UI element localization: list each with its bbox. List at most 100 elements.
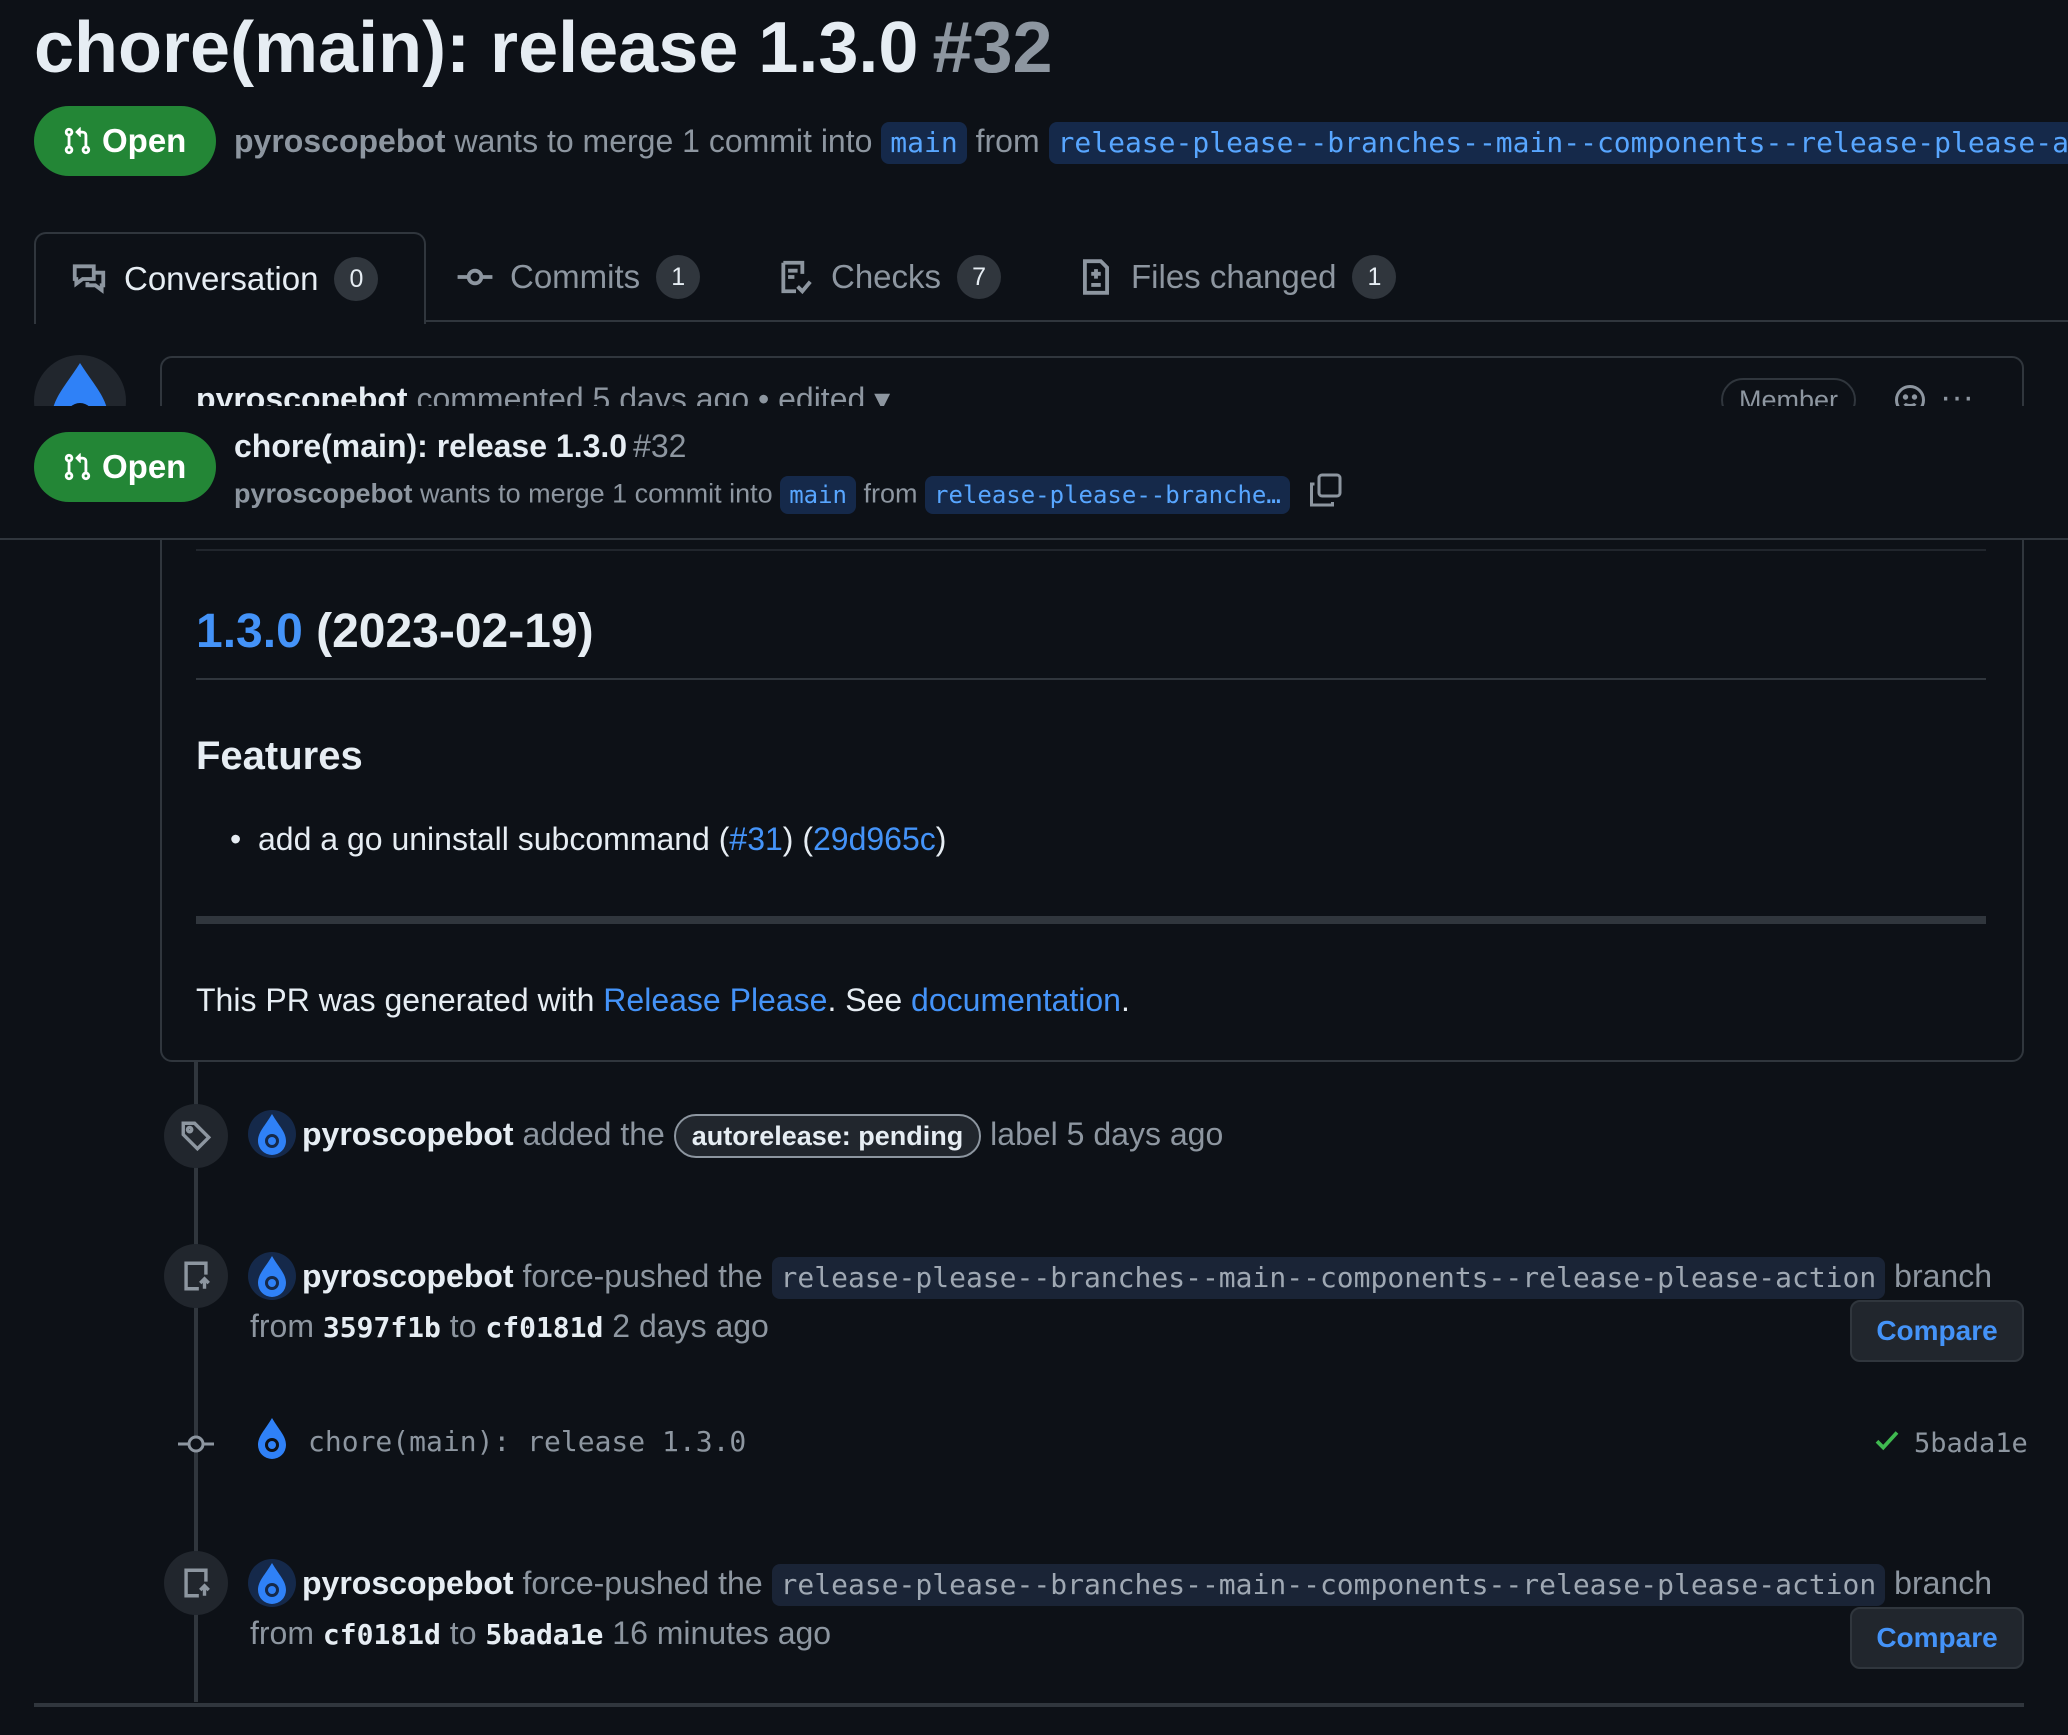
event-action: force-pushed the bbox=[522, 1565, 763, 1601]
head-branch-truncated[interactable]: release-please--branche… bbox=[925, 475, 1290, 514]
sha-from-link[interactable]: 3597f1b bbox=[323, 1311, 441, 1344]
sticky-merge-summary: pyroscopebot wants to merge 1 commit int… bbox=[234, 472, 1343, 519]
sticky-title: chore(main): release 1.3.0 #32 bbox=[234, 428, 686, 465]
merge-summary: pyroscopebot wants to merge 1 commit int… bbox=[234, 119, 2068, 164]
branch-word: branch bbox=[1894, 1258, 1992, 1294]
feature-end: ) bbox=[935, 821, 947, 857]
sticky-title-text: chore(main): release 1.3.0 bbox=[234, 428, 628, 464]
tab-counter: 7 bbox=[957, 255, 1002, 299]
merge-text: wants to merge 1 commit into bbox=[420, 478, 773, 509]
label-badge[interactable]: autorelease: pending bbox=[673, 1114, 982, 1158]
pr-title-text: chore(main): release 1.3.0 bbox=[34, 8, 919, 88]
features-heading: Features bbox=[196, 734, 363, 778]
head-branch[interactable]: release-please--branches--main--componen… bbox=[1048, 122, 2068, 164]
event-action: added the bbox=[522, 1116, 665, 1152]
event-time: 16 minutes ago bbox=[612, 1615, 832, 1651]
generated-mid: . See bbox=[827, 982, 912, 1018]
divider bbox=[196, 678, 1986, 680]
release-version-link[interactable]: 1.3.0 bbox=[196, 605, 303, 658]
commit-link[interactable]: 29d965c bbox=[813, 821, 936, 857]
base-branch[interactable]: main bbox=[881, 122, 967, 164]
event-actor[interactable]: pyroscopebot bbox=[302, 1258, 514, 1294]
event-time: 2 days ago bbox=[612, 1308, 769, 1344]
sticky-pr-number: #32 bbox=[633, 428, 687, 464]
feature-mid: ) ( bbox=[782, 821, 813, 857]
generated-prefix: This PR was generated with bbox=[196, 982, 604, 1018]
tag-icon bbox=[181, 1121, 212, 1152]
push-event: pyroscopebot force-pushed the release-pl… bbox=[302, 1559, 1992, 1607]
repo-push-icon bbox=[184, 1261, 210, 1291]
event-action: force-pushed the bbox=[522, 1258, 763, 1294]
tab-counter: 1 bbox=[656, 255, 701, 299]
timeline-badge bbox=[164, 1551, 228, 1615]
divider bbox=[34, 1703, 2024, 1707]
git-pull-request-icon bbox=[64, 453, 91, 481]
event-actor[interactable]: pyroscopebot bbox=[302, 1565, 514, 1601]
base-branch[interactable]: main bbox=[780, 475, 856, 514]
release-date: (2023-02-19) bbox=[316, 605, 594, 658]
timeline-badge bbox=[164, 1244, 228, 1308]
pr-title: chore(main): release 1.3.0 #32 bbox=[34, 6, 1053, 90]
author-link[interactable]: pyroscopebot bbox=[234, 479, 413, 509]
event-actor[interactable]: pyroscopebot bbox=[302, 1116, 514, 1152]
pushed-branch[interactable]: release-please--branches--main--componen… bbox=[771, 1564, 1886, 1606]
avatar[interactable] bbox=[248, 1559, 296, 1607]
commit-message-link[interactable]: chore(main): release 1.3.0 bbox=[308, 1425, 746, 1458]
pushed-branch[interactable]: release-please--branches--main--componen… bbox=[771, 1257, 1886, 1299]
git-commit-icon bbox=[457, 268, 493, 286]
tab-commits[interactable]: Commits 1 bbox=[456, 232, 701, 322]
from-word: from bbox=[250, 1308, 314, 1344]
file-diff-icon bbox=[1083, 259, 1109, 295]
generated-note: This PR was generated with Release Pleas… bbox=[196, 982, 1130, 1019]
to-word: to bbox=[449, 1615, 477, 1651]
feature-text: add a go uninstall subcommand ( bbox=[258, 821, 730, 857]
git-pull-request-icon bbox=[64, 127, 91, 155]
issue-link[interactable]: #31 bbox=[729, 821, 782, 857]
list-item: add a go uninstall subcommand (#31) (29d… bbox=[230, 821, 946, 858]
to-word: to bbox=[449, 1308, 477, 1344]
commit-sha-link[interactable]: 5bada1e bbox=[1914, 1428, 2028, 1459]
timeline-badge bbox=[164, 1104, 228, 1168]
branch-word: branch bbox=[1894, 1565, 1992, 1601]
author-link[interactable]: pyroscopebot bbox=[234, 123, 446, 159]
documentation-link[interactable]: documentation bbox=[911, 982, 1121, 1018]
tab-label: Checks bbox=[831, 258, 942, 295]
pr-state-badge-sticky: Open bbox=[34, 432, 216, 502]
event-suffix: label 5 days ago bbox=[990, 1116, 1224, 1152]
copy-icon[interactable] bbox=[1307, 472, 1343, 519]
pr-state-badge: Open bbox=[34, 106, 216, 176]
tab-counter: 1 bbox=[1352, 255, 1397, 299]
pr-tabs: Conversation 0 Commits 1 Checks 7 Files … bbox=[34, 232, 2068, 324]
horizontal-rule bbox=[196, 916, 1986, 924]
push-range: from 3597f1b to cf0181d 2 days ago bbox=[250, 1302, 769, 1352]
pr-state-label: Open bbox=[102, 448, 187, 485]
tab-checks[interactable]: Checks 7 bbox=[777, 232, 1002, 322]
checklist-icon bbox=[781, 260, 812, 295]
from-text: from bbox=[863, 478, 918, 509]
sha-from-link[interactable]: cf0181d bbox=[323, 1618, 441, 1651]
tab-counter: 0 bbox=[334, 257, 379, 301]
sticky-header: Open chore(main): release 1.3.0 #32 pyros… bbox=[0, 406, 2068, 540]
git-commit-icon bbox=[178, 1435, 214, 1453]
push-event: pyroscopebot force-pushed the release-pl… bbox=[302, 1252, 1992, 1300]
from-word: from bbox=[250, 1615, 314, 1651]
from-text: from bbox=[975, 123, 1040, 159]
commit-sha: 5bada1e bbox=[1872, 1425, 2028, 1462]
avatar[interactable] bbox=[248, 1110, 296, 1158]
comment-discussion-icon bbox=[72, 264, 106, 294]
generated-end: . bbox=[1120, 982, 1130, 1018]
divider bbox=[196, 549, 1986, 551]
avatar[interactable] bbox=[248, 1252, 296, 1300]
compare-button[interactable]: Compare bbox=[1850, 1607, 2024, 1669]
pr-state-label: Open bbox=[102, 122, 187, 159]
check-icon[interactable] bbox=[1872, 1425, 1902, 1462]
compare-button[interactable]: Compare bbox=[1850, 1300, 2024, 1362]
avatar[interactable] bbox=[248, 1414, 296, 1462]
sha-to-link[interactable]: 5bada1e bbox=[485, 1618, 603, 1651]
tab-conversation[interactable]: Conversation 0 bbox=[34, 232, 426, 324]
tab-files-changed[interactable]: Files changed 1 bbox=[1077, 232, 1397, 322]
release-please-link[interactable]: Release Please bbox=[603, 982, 827, 1018]
sha-to-link[interactable]: cf0181d bbox=[485, 1311, 603, 1344]
release-heading: 1.3.0 (2023-02-19) bbox=[196, 604, 594, 659]
merge-text: wants to merge 1 commit into bbox=[454, 123, 873, 159]
